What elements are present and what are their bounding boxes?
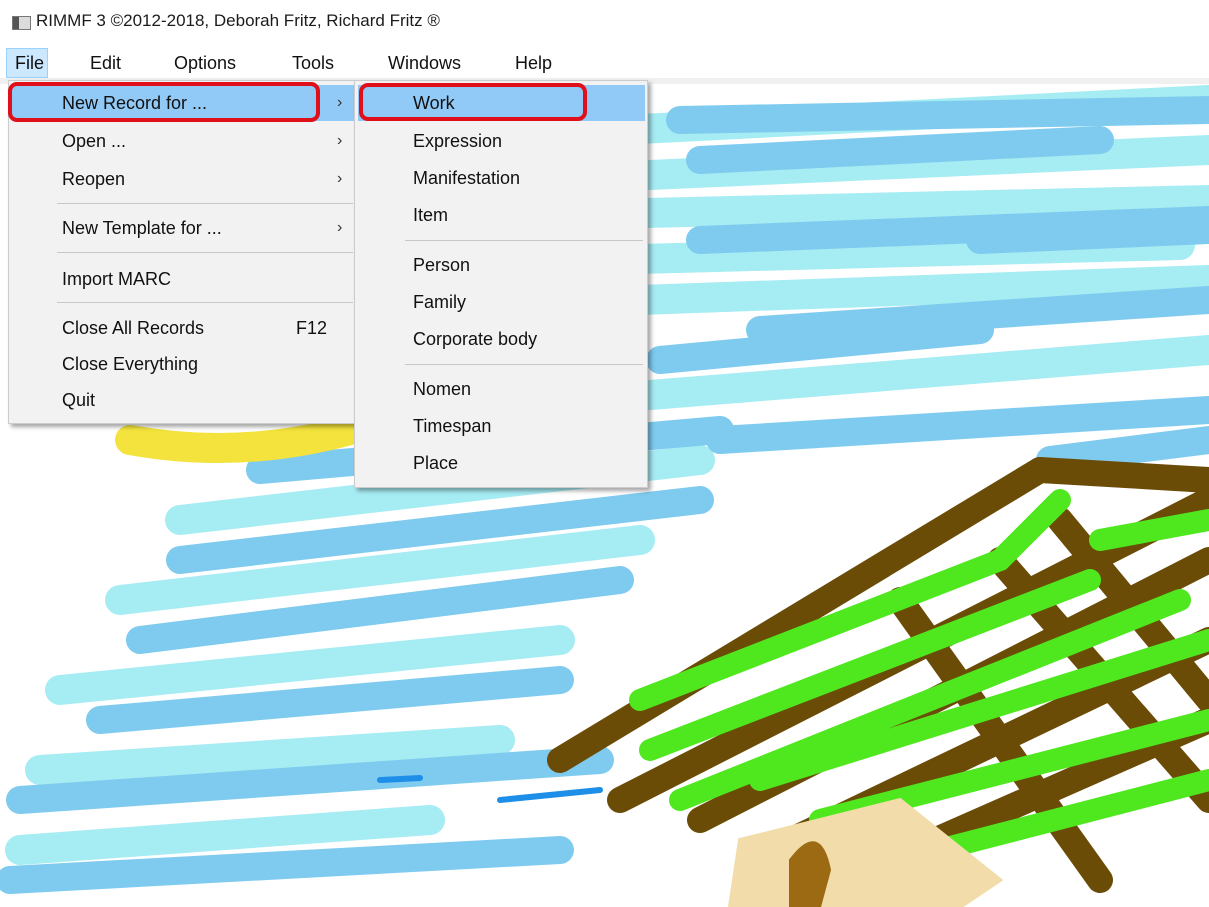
submenu-arrow-icon: ›	[337, 132, 343, 149]
menu-item-new-template[interactable]: New Template for ... ›	[12, 210, 355, 246]
menu-item-label: Reopen	[62, 169, 126, 189]
submenu-item-label: Family	[413, 292, 466, 312]
submenu-arrow-icon: ›	[337, 219, 343, 236]
menu-item-close-everything[interactable]: Close Everything	[12, 346, 355, 382]
submenu-item-work[interactable]: Work	[358, 85, 645, 121]
submenu-item-timespan[interactable]: Timespan	[358, 408, 645, 444]
app-icon	[12, 16, 31, 30]
submenu-item-item[interactable]: Item	[358, 197, 645, 233]
new-record-submenu: Work Expression Manifestation Item Perso…	[354, 80, 648, 488]
submenu-item-label: Work	[413, 93, 455, 113]
sun-stroke	[115, 415, 365, 463]
submenu-arrow-icon: ›	[337, 170, 343, 187]
submenu-item-label: Place	[413, 453, 459, 473]
submenu-item-family[interactable]: Family	[358, 284, 645, 320]
menu-separator	[57, 302, 353, 303]
menu-file[interactable]: File	[6, 48, 48, 78]
menu-item-close-all-records[interactable]: Close All Records F12	[12, 310, 355, 346]
menu-separator	[57, 252, 353, 253]
menu-separator	[405, 364, 643, 365]
menu-item-label: Close Everything	[62, 354, 199, 374]
menu-item-label: Close All Records	[62, 318, 205, 338]
menu-item-label: Import MARC	[62, 269, 172, 289]
menu-item-shortcut: F12	[296, 318, 328, 338]
submenu-item-expression[interactable]: Expression	[358, 123, 645, 159]
submenu-item-manifestation[interactable]: Manifestation	[358, 160, 645, 196]
submenu-item-place[interactable]: Place	[358, 445, 645, 481]
menu-options[interactable]: Options	[166, 48, 244, 78]
menu-separator	[57, 203, 353, 204]
submenu-item-label: Corporate body	[413, 329, 538, 349]
submenu-item-label: Expression	[413, 131, 503, 151]
menu-item-label: Open ...	[62, 131, 127, 151]
submenu-item-label: Manifestation	[413, 168, 521, 188]
submenu-item-label: Item	[413, 205, 449, 225]
menu-item-new-record[interactable]: New Record for ... ›	[12, 85, 355, 121]
submenu-item-label: Person	[413, 255, 471, 275]
menu-item-label: New Template for ...	[62, 218, 222, 238]
submenu-item-nomen[interactable]: Nomen	[358, 371, 645, 407]
menu-item-open[interactable]: Open ... ›	[12, 123, 355, 159]
menu-windows[interactable]: Windows	[380, 48, 469, 78]
submenu-item-label: Nomen	[413, 379, 472, 399]
window-title: RIMMF 3 ©2012-2018, Deborah Fritz, Richa…	[36, 11, 440, 30]
menu-edit[interactable]: Edit	[82, 48, 129, 78]
submenu-item-corporate-body[interactable]: Corporate body	[358, 321, 645, 357]
menu-item-reopen[interactable]: Reopen ›	[12, 161, 355, 197]
app-window: RIMMF 3 ©2012-2018, Deborah Fritz, Richa…	[0, 0, 1209, 907]
submenu-arrow-icon: ›	[337, 94, 343, 111]
menu-help[interactable]: Help	[507, 48, 560, 78]
submenu-item-label: Timespan	[413, 416, 492, 436]
submenu-item-person[interactable]: Person	[358, 247, 645, 283]
menu-tools[interactable]: Tools	[284, 48, 342, 78]
menu-item-quit[interactable]: Quit	[12, 382, 355, 418]
menu-item-import-marc[interactable]: Import MARC	[12, 261, 355, 297]
title-bar: RIMMF 3 ©2012-2018, Deborah Fritz, Richa…	[0, 0, 1209, 42]
menu-item-label: New Record for ...	[62, 93, 208, 113]
menu-item-label: Quit	[62, 390, 96, 410]
file-menu-dropdown: New Record for ... › Open ... › Reopen ›…	[8, 80, 358, 424]
menu-bar: File Edit Options Tools Windows Help	[0, 48, 1209, 78]
menu-separator	[405, 240, 643, 241]
